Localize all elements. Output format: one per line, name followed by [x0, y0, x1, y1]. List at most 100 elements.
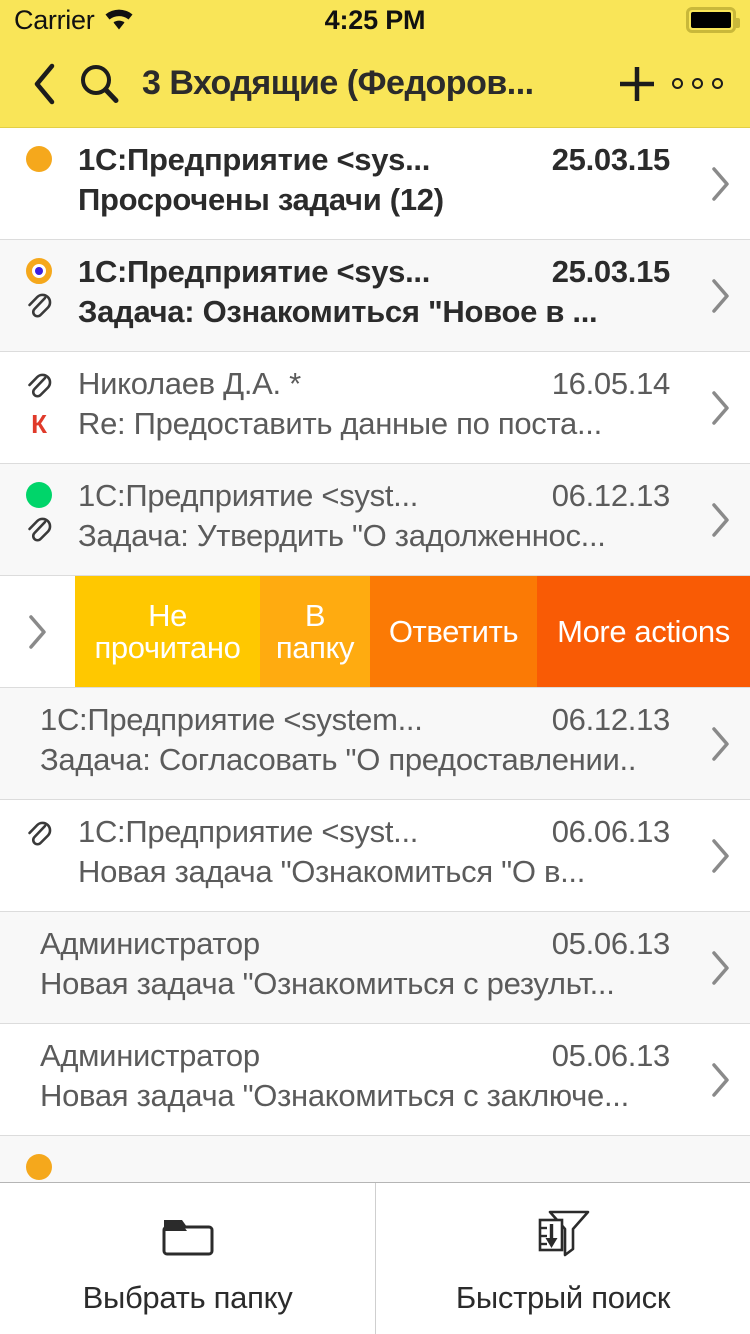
chevron-right-icon — [712, 166, 729, 201]
row-disclosure-button[interactable] — [692, 688, 750, 799]
row-status-icons — [0, 688, 40, 799]
swipe-action-reply[interactable]: Ответить — [370, 576, 537, 687]
message-subject: Задача: Согласовать "О предоставлении.. — [40, 742, 637, 777]
message-date: 25.03.15 — [551, 254, 671, 289]
message-subject: Задача: Утвердить "О задолженнос... — [78, 518, 606, 553]
more-horizontal-icon — [671, 78, 683, 89]
bottom-toolbar: Выбрать папку Быстрый поиск — [0, 1182, 750, 1334]
message-date: 05.06.13 — [551, 926, 671, 961]
row-disclosure-button[interactable] — [692, 912, 750, 1023]
sender-name: 1С:Предприятие <syst... — [78, 814, 419, 849]
back-button[interactable] — [22, 62, 68, 106]
message-subject: Новая задача "Ознакомиться с результ... — [40, 966, 615, 1001]
row-status-icons — [0, 128, 78, 239]
table-row[interactable]: К Николаев Д.А. * 16.05.14 Re: Предостав… — [0, 352, 750, 464]
row-content: Администратор 05.06.13 Новая задача "Озн… — [40, 912, 692, 1023]
attachment-paperclip-icon — [25, 818, 53, 853]
row-content: 1С:Предприятие <sys... 25.03.15 Задача: … — [78, 240, 692, 351]
swipe-action-move-to-folder[interactable]: В папку — [260, 576, 370, 687]
table-row[interactable]: 1С:Предприятие <system... 06.12.13 Задач… — [0, 688, 750, 800]
sender-name: 1С:Предприятие <system... — [40, 702, 423, 737]
table-row[interactable]: 1С:Предприятие <sys... 25.03.15 Задача: … — [0, 240, 750, 352]
message-subject: Новая задача "Ознакомиться "О в... — [78, 854, 586, 889]
chevron-right-icon — [712, 726, 729, 761]
row-content: Администратор 05.06.13 Новая задача "Озн… — [40, 1024, 692, 1135]
chevron-right-icon — [712, 390, 729, 425]
chevron-right-icon — [712, 502, 729, 537]
row-status-icons — [0, 912, 40, 1023]
wifi-icon — [102, 5, 136, 36]
search-icon — [81, 64, 119, 103]
navigation-bar: 3 Входящие (Федоров... — [0, 40, 750, 128]
tab-label-quick-search: Быстрый поиск — [455, 1279, 671, 1315]
tab-select-folder[interactable]: Выбрать папку — [0, 1183, 375, 1334]
message-date: 06.06.13 — [551, 814, 671, 849]
message-date: 06.12.13 — [551, 478, 671, 513]
plus-icon — [620, 66, 654, 101]
swipe-action-mark-unread[interactable]: Не прочитано — [75, 576, 260, 687]
sender-name: 1С:Предприятие <sys... — [78, 254, 431, 289]
more-dot-2-icon — [691, 78, 703, 89]
more-options-button[interactable] — [666, 78, 728, 89]
message-list[interactable]: 1С:Предприятие <sys... 25.03.15 Просроче… — [0, 128, 750, 1182]
table-row[interactable]: 1С:Предприятие <syst... 06.12.13 Задача:… — [0, 464, 750, 576]
message-subject: Новая задача "Ознакомиться с заключе... — [40, 1078, 629, 1113]
status-bar-left: Carrier — [14, 5, 136, 36]
row-disclosure-button[interactable] — [692, 800, 750, 911]
task-orange-ring-icon — [26, 258, 52, 284]
battery-full-icon — [686, 7, 740, 33]
chevron-right-icon — [712, 950, 729, 985]
row-disclosure-button[interactable] — [692, 464, 750, 575]
table-row[interactable]: 1С:Предприятие <syst... 06.06.13 Новая з… — [0, 800, 750, 912]
sender-name: Администратор — [40, 1038, 260, 1073]
table-row[interactable]: 1С:Предприятие <sys... 25.03.15 Просроче… — [0, 128, 750, 240]
table-row[interactable]: Администратор 05.06.13 Новая задача "Озн… — [0, 1024, 750, 1136]
message-date: 05.06.13 — [551, 1038, 671, 1073]
tab-quick-search[interactable]: Быстрый поиск — [375, 1183, 750, 1334]
compose-button[interactable] — [608, 61, 666, 107]
page-title: 3 Входящие (Федоров... — [142, 64, 534, 102]
message-subject: Re: Предоставить данные по поста... — [78, 406, 602, 441]
row-content: 1С:Предприятие <system... 06.12.13 Задач… — [40, 688, 692, 799]
row-content: 1С:Предприятие <syst... 06.12.13 Задача:… — [78, 464, 692, 575]
row-status-icons — [0, 240, 78, 351]
mail-app-screen: Carrier 4:25 PM 3 Входящие (Федоров... 1… — [0, 0, 750, 1334]
row-status-icons — [0, 1136, 78, 1182]
chevron-right-icon — [712, 838, 729, 873]
swipe-action-more[interactable]: More actions — [537, 576, 750, 687]
row-content: Николаев Д.А. * 16.05.14 Re: Предоставит… — [78, 352, 692, 463]
chevron-left-icon — [34, 63, 55, 104]
row-content: 1С:Предприятие <sys... 25.03.15 Просроче… — [78, 128, 692, 239]
tab-label-select-folder: Выбрать папку — [82, 1279, 293, 1315]
message-date: 25.03.15 — [551, 142, 671, 177]
row-disclosure-button[interactable] — [692, 352, 750, 463]
row-status-icons: К — [0, 352, 78, 463]
table-row-partial[interactable] — [0, 1136, 750, 1182]
status-bar: Carrier 4:25 PM — [0, 0, 750, 40]
row-status-icons — [0, 464, 78, 575]
folder-icon — [160, 1202, 216, 1258]
row-disclosure-button[interactable] — [692, 240, 750, 351]
more-dot-3-icon — [711, 78, 723, 89]
chevron-right-icon — [712, 1062, 729, 1097]
row-disclosure-button[interactable] — [692, 128, 750, 239]
carrier-label: Carrier — [14, 4, 95, 35]
row-content — [78, 1136, 750, 1182]
row-disclosure-button[interactable] — [692, 1024, 750, 1135]
attachment-paperclip-icon — [25, 290, 53, 325]
message-subject: Задача: Ознакомиться "Новое в ... — [78, 294, 598, 329]
chevron-right-icon — [28, 614, 46, 649]
row-status-icons — [0, 800, 78, 911]
sender-name: 1С:Предприятие <syst... — [78, 478, 419, 513]
unread-orange-dot-icon — [26, 146, 52, 172]
sender-name: Николаев Д.А. * — [78, 366, 301, 401]
message-subject: Просрочены задачи (12) — [78, 182, 444, 217]
table-row[interactable]: Администратор 05.06.13 Новая задача "Озн… — [0, 912, 750, 1024]
swipe-row-disclosure[interactable] — [0, 576, 75, 687]
completed-green-dot-icon — [26, 482, 52, 508]
sender-name: Администратор — [40, 926, 260, 961]
swipe-actions-row[interactable]: Не прочитано В папку Ответить More actio… — [0, 576, 750, 688]
search-button[interactable] — [68, 63, 130, 105]
row-content: 1С:Предприятие <syst... 06.06.13 Новая з… — [78, 800, 692, 911]
status-bar-right — [686, 7, 740, 33]
